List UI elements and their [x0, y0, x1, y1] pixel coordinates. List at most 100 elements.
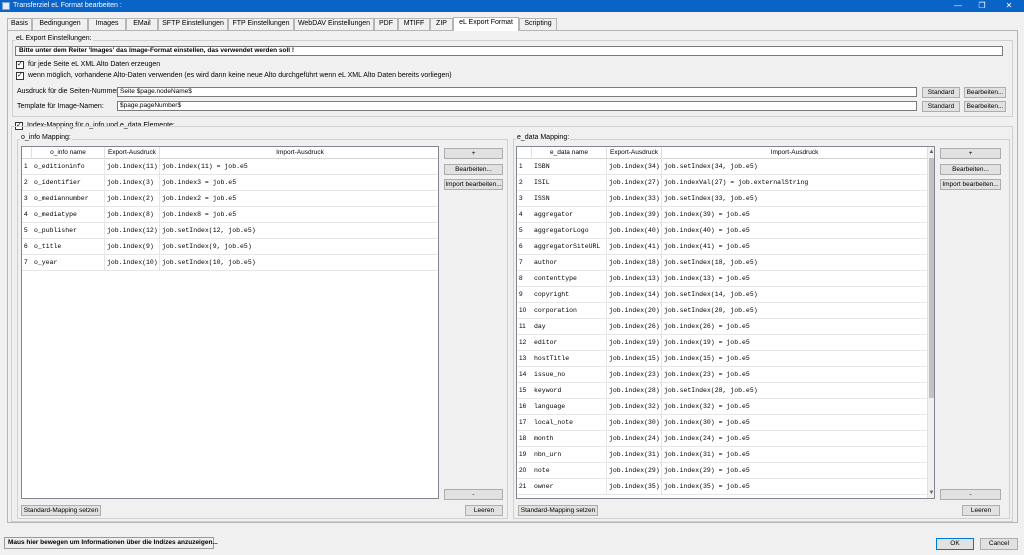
row-name: language	[532, 399, 607, 415]
row-name: o_identifier	[32, 175, 105, 191]
table-row[interactable]: 18 month job.index(24) job.index(24) = job.…	[517, 431, 927, 447]
table-row[interactable]: 7 o_year job.index(10) job.setIndex(10, job…	[22, 255, 438, 271]
table-row[interactable]: 4 o_mediatype job.index(8) job.index8 = job…	[22, 207, 438, 223]
table-row[interactable]: 7 author job.index(18) job.setIndex(18, job…	[517, 255, 927, 271]
e-data-edit-button[interactable]: Bearbeiten...	[940, 164, 1001, 175]
page-number-edit-button[interactable]: Bearbeiten...	[964, 87, 1006, 98]
use-existing-alto-checkbox[interactable]	[16, 71, 24, 80]
table-row[interactable]: 17 local_note job.index(30) job.index(30) =…	[517, 415, 927, 431]
row-import: job.setIndex(18, job.e5)	[664, 259, 758, 266]
page-number-standard-button[interactable]: Standard	[922, 87, 960, 98]
row-import: job.setIndex(10, job.e5)	[162, 259, 256, 266]
tab-email[interactable]: EMail	[126, 18, 158, 30]
scroll-down-icon[interactable]: ▼	[928, 488, 934, 498]
table-row[interactable]: 6 aggregatorSiteURL job.index(41) job.index…	[517, 239, 927, 255]
tab-el-export-format[interactable]: eL Export Format	[453, 17, 519, 31]
image-name-edit-button[interactable]: Bearbeiten...	[964, 101, 1006, 112]
page-number-input[interactable]: Seite $page.nodeName$	[117, 87, 917, 97]
o-info-remove-button[interactable]: -	[444, 489, 503, 500]
table-row[interactable]: 14 issue_no job.index(23) job.index(23) = j…	[517, 367, 927, 383]
table-row[interactable]: 12 editor job.index(19) job.index(19) = job…	[517, 335, 927, 351]
e-data-scroll-thumb[interactable]	[929, 158, 934, 398]
e-data-remove-button[interactable]: -	[940, 489, 1001, 500]
e-data-col-export[interactable]: Export-Ausdruck	[607, 147, 662, 159]
o-info-edit-button[interactable]: Bearbeiten...	[444, 164, 503, 175]
table-row[interactable]: 5 o_publisher job.index(12) job.setIndex(12…	[22, 223, 438, 239]
row-number: 7	[519, 259, 523, 266]
alto-per-page-checkbox[interactable]	[16, 60, 24, 69]
o-info-col-name[interactable]: o_info name	[32, 147, 105, 159]
table-row[interactable]: 5 aggregatorLogo job.index(40) job.index(40…	[517, 223, 927, 239]
e-data-clear-button[interactable]: Leeren	[962, 505, 1000, 516]
table-row[interactable]: 11 day job.index(26) job.index(26) = job.e5	[517, 319, 927, 335]
row-export: job.index(15)	[607, 351, 662, 367]
table-row[interactable]: 3 ISSN job.index(33) job.setIndex(33, job.e…	[517, 191, 927, 207]
tab-sftp[interactable]: SFTP Einstellungen	[158, 18, 228, 30]
row-number: 12	[519, 339, 527, 346]
row-import: job.setIndex(12, job.e5)	[162, 227, 256, 234]
scroll-up-icon[interactable]: ▲	[928, 147, 934, 157]
table-row[interactable]: 9 copyright job.index(14) job.setIndex(14, …	[517, 287, 927, 303]
row-name: hostTitle	[532, 351, 607, 367]
row-name: aggregatorLogo	[532, 223, 607, 239]
table-row[interactable]: 8 contenttype job.index(13) job.index(13) =…	[517, 271, 927, 287]
table-row[interactable]: 13 hostTitle job.index(15) job.index(15) = …	[517, 351, 927, 367]
table-row[interactable]: 6 o_title job.index(9) job.setIndex(9, job.…	[22, 239, 438, 255]
table-row[interactable]: 16 language job.index(32) job.index(32) = j…	[517, 399, 927, 415]
close-button[interactable]: ✕	[994, 0, 1024, 12]
table-row[interactable]: 4 aggregator job.index(39) job.index(39) = …	[517, 207, 927, 223]
tab-zip[interactable]: ZIP	[430, 18, 453, 30]
e-data-standard-mapping-button[interactable]: Standard-Mapping setzen	[518, 505, 598, 516]
o-info-col-import[interactable]: Import-Ausdruck	[160, 147, 438, 159]
status-bar: Maus hier bewegen um Informationen über …	[4, 537, 218, 549]
row-import: job.index(40) = job.e5	[664, 227, 750, 234]
table-row[interactable]: 20 note job.index(29) job.index(29) = job.e…	[517, 463, 927, 479]
image-name-standard-button[interactable]: Standard	[922, 101, 960, 112]
o-info-add-button[interactable]: +	[444, 148, 503, 159]
table-row[interactable]: 2 ISIL job.index(27) job.indexVal(27) = job…	[517, 175, 927, 191]
o-info-table[interactable]: o_info name Export-Ausdruck Import-Ausdr…	[21, 146, 439, 499]
tab-mtiff[interactable]: MTIFF	[398, 18, 430, 30]
row-export: job.index(18)	[607, 255, 662, 271]
o-info-clear-button[interactable]: Leeren	[465, 505, 503, 516]
e-data-col-name[interactable]: e_data name	[532, 147, 607, 159]
tab-bedingungen[interactable]: Bedingungen	[32, 18, 88, 30]
e-data-edit-import-button[interactable]: Import bearbeiten...	[940, 179, 1001, 190]
tab-pdf[interactable]: PDF	[374, 18, 398, 30]
tab-basis[interactable]: Basis	[7, 18, 32, 30]
maximize-button[interactable]: ❐	[968, 0, 996, 12]
row-name: o_mediatype	[32, 207, 105, 223]
row-import: job.index(29) = job.e5	[664, 467, 750, 474]
e-data-add-button[interactable]: +	[940, 148, 1001, 159]
o-info-standard-mapping-button[interactable]: Standard-Mapping setzen	[21, 505, 101, 516]
image-name-label: Template für Image-Namen:	[17, 103, 104, 110]
table-row[interactable]: 3 o_mediannumber job.index(2) job.index2 = …	[22, 191, 438, 207]
row-import: job.index(24) = job.e5	[664, 435, 750, 442]
table-row[interactable]: 10 corporation job.index(20) job.setIndex(2…	[517, 303, 927, 319]
row-export: job.index(23)	[607, 367, 662, 383]
e-data-scrollbar[interactable]: ▲ ▼	[927, 147, 934, 498]
o-info-col-export[interactable]: Export-Ausdruck	[105, 147, 160, 159]
o-info-edit-import-button[interactable]: Import bearbeiten...	[444, 179, 503, 190]
e-data-col-import[interactable]: Import-Ausdruck	[662, 147, 927, 159]
row-import: job.index(31) = job.e5	[664, 451, 750, 458]
table-row[interactable]: 1 o_editioninfo job.index(11) job.index(11)…	[22, 159, 438, 175]
tab-webdav[interactable]: WebDAV Einstellungen	[294, 18, 374, 30]
cancel-button[interactable]: Cancel	[980, 538, 1018, 550]
row-export: job.index(14)	[607, 287, 662, 303]
table-row[interactable]: 2 o_identifier job.index(3) job.index3 = jo…	[22, 175, 438, 191]
tab-images[interactable]: Images	[88, 18, 126, 30]
tab-ftp[interactable]: FTP Einstellungen	[228, 18, 294, 30]
e-data-table[interactable]: e_data name Export-Ausdruck Import-Ausdr…	[516, 146, 935, 499]
tab-scripting[interactable]: Scripting	[519, 18, 557, 30]
row-export: job.index(3)	[105, 175, 160, 191]
row-name: aggregator	[532, 207, 607, 223]
table-row[interactable]: 19 nbn_urn job.index(31) job.index(31) = jo…	[517, 447, 927, 463]
table-row[interactable]: 15 keyword job.index(28) job.setIndex(28, j…	[517, 383, 927, 399]
table-row[interactable]: 1 ISBN job.index(34) job.setIndex(34, job.e…	[517, 159, 927, 175]
ok-button[interactable]: OK	[936, 538, 974, 550]
image-name-input[interactable]: $page.pageNumber$	[117, 101, 917, 111]
table-row[interactable]: 21 owner job.index(35) job.index(35) = job.…	[517, 479, 927, 495]
row-number: 11	[519, 323, 526, 330]
row-number: 18	[519, 435, 527, 442]
